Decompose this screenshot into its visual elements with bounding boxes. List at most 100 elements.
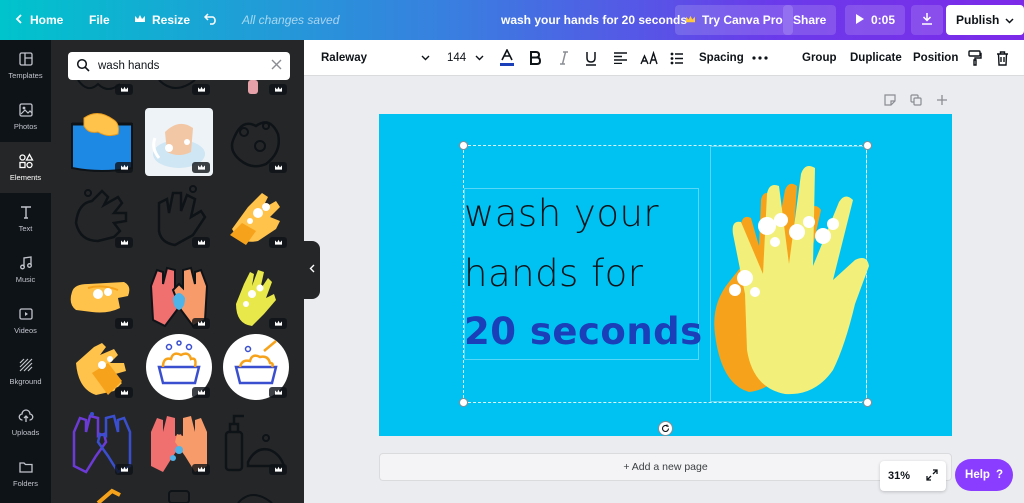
rail-label: Photos bbox=[13, 122, 38, 131]
element-thumbnail[interactable] bbox=[68, 108, 136, 176]
page-actions bbox=[884, 94, 948, 109]
element-thumbnail[interactable] bbox=[145, 264, 213, 332]
add-page-button[interactable]: + Add a new page bbox=[379, 453, 952, 481]
home-button[interactable]: Home bbox=[14, 0, 63, 40]
bold-button[interactable] bbox=[529, 40, 541, 76]
headline-line-2[interactable]: hands for bbox=[464, 252, 643, 295]
notes-icon[interactable] bbox=[884, 94, 896, 109]
duplicate-page-icon[interactable] bbox=[910, 94, 922, 109]
group-button[interactable]: Group bbox=[802, 40, 837, 76]
washing-hands-illustration[interactable] bbox=[705, 154, 875, 399]
zoom-control[interactable]: 31% bbox=[880, 461, 946, 491]
element-thumbnail[interactable] bbox=[222, 333, 290, 401]
file-label: File bbox=[89, 13, 110, 27]
spacing-button[interactable]: Spacing bbox=[699, 40, 744, 76]
resize-handle[interactable] bbox=[863, 398, 872, 407]
resize-handle[interactable] bbox=[863, 141, 872, 150]
rotate-handle[interactable] bbox=[658, 421, 673, 436]
more-options-button[interactable] bbox=[752, 40, 768, 76]
text-color-button[interactable] bbox=[499, 40, 515, 76]
chevron-down-icon bbox=[475, 52, 484, 64]
resize-label: Resize bbox=[152, 13, 191, 27]
element-thumbnail[interactable] bbox=[222, 487, 290, 503]
rail-item-text[interactable]: Text bbox=[0, 193, 51, 244]
expand-icon[interactable] bbox=[926, 468, 938, 484]
chevron-left-icon bbox=[14, 13, 24, 27]
resize-handle[interactable] bbox=[459, 398, 468, 407]
play-duration: 0:05 bbox=[871, 13, 896, 27]
delete-button[interactable] bbox=[996, 40, 1009, 76]
rail-item-folders[interactable]: Folders bbox=[0, 448, 51, 499]
chevron-left-icon bbox=[309, 264, 315, 276]
element-thumbnail[interactable] bbox=[68, 410, 136, 478]
element-thumbnail[interactable] bbox=[145, 183, 213, 251]
rail-item-elements[interactable]: Elements bbox=[0, 142, 51, 193]
design-page[interactable]: wash your hands for 20 seconds bbox=[379, 114, 952, 436]
element-thumbnail[interactable] bbox=[68, 487, 136, 503]
font-size-dropdown[interactable]: 144 bbox=[447, 40, 484, 76]
resize-handle[interactable] bbox=[459, 141, 468, 150]
premium-crown-icon bbox=[269, 237, 287, 248]
home-label: Home bbox=[30, 13, 64, 27]
help-button[interactable]: Help ? bbox=[955, 459, 1013, 491]
premium-crown-icon bbox=[115, 162, 133, 173]
undo-button[interactable] bbox=[203, 0, 218, 40]
text-case-button[interactable] bbox=[640, 40, 658, 76]
element-thumbnail[interactable] bbox=[68, 333, 136, 401]
list-button[interactable] bbox=[670, 40, 684, 76]
crown-icon bbox=[134, 13, 146, 27]
file-menu[interactable]: File bbox=[89, 0, 110, 40]
collapse-panel-button[interactable] bbox=[304, 241, 320, 299]
clear-search-icon[interactable] bbox=[271, 59, 282, 73]
position-button[interactable]: Position bbox=[913, 40, 958, 76]
element-thumbnail[interactable] bbox=[68, 183, 136, 251]
element-thumbnail[interactable] bbox=[222, 410, 290, 478]
element-thumbnail[interactable] bbox=[145, 487, 213, 503]
play-button[interactable]: 0:05 bbox=[845, 5, 906, 35]
element-thumbnail[interactable] bbox=[222, 183, 290, 251]
publish-label: Publish bbox=[956, 13, 1000, 27]
bullet-list-icon bbox=[670, 52, 683, 64]
rail-item-videos[interactable]: Videos bbox=[0, 295, 51, 346]
font-family-dropdown[interactable]: Raleway bbox=[321, 40, 430, 76]
search-box[interactable] bbox=[68, 52, 290, 80]
underline-button[interactable] bbox=[585, 40, 597, 76]
element-thumbnail[interactable] bbox=[68, 79, 136, 98]
add-page-icon[interactable] bbox=[936, 94, 948, 109]
zoom-level: 31% bbox=[887, 470, 911, 482]
document-title[interactable]: wash your hands for 20 seconds bbox=[501, 0, 687, 40]
letter-case-icon bbox=[640, 51, 658, 65]
headline-line-3[interactable]: 20 seconds bbox=[464, 310, 703, 353]
italic-button[interactable] bbox=[559, 40, 569, 76]
search-input[interactable] bbox=[98, 60, 258, 72]
headline-line-1[interactable]: wash your bbox=[464, 192, 659, 235]
element-thumbnail[interactable] bbox=[145, 333, 213, 401]
rail-label: Bkground bbox=[9, 377, 42, 386]
copy-style-button[interactable] bbox=[968, 40, 982, 76]
resize-button[interactable]: Resize bbox=[134, 0, 190, 40]
rail-item-photos[interactable]: Photos bbox=[0, 91, 51, 142]
element-thumbnail[interactable] bbox=[145, 79, 213, 98]
element-thumbnail[interactable] bbox=[145, 108, 213, 176]
element-thumbnail[interactable] bbox=[222, 108, 290, 176]
download-button[interactable] bbox=[911, 5, 943, 35]
premium-crown-icon bbox=[192, 84, 210, 95]
element-thumbnail[interactable] bbox=[145, 410, 213, 478]
font-family-value: Raleway bbox=[321, 52, 368, 64]
search-icon bbox=[76, 58, 90, 75]
try-pro-label: Try Canva Pro bbox=[702, 13, 783, 27]
duplicate-button[interactable]: Duplicate bbox=[850, 40, 902, 76]
share-button[interactable]: Share bbox=[783, 5, 837, 35]
premium-crown-icon bbox=[115, 464, 133, 475]
rail-item-music[interactable]: Music bbox=[0, 244, 51, 295]
rail-item-uploads[interactable]: Uploads bbox=[0, 397, 51, 448]
element-thumbnail[interactable] bbox=[222, 264, 290, 332]
element-thumbnail[interactable] bbox=[222, 80, 290, 98]
element-thumbnail[interactable] bbox=[68, 264, 136, 332]
publish-button[interactable]: Publish bbox=[946, 5, 1024, 35]
photos-icon bbox=[18, 103, 33, 117]
align-button[interactable] bbox=[613, 40, 628, 76]
rail-item-templates[interactable]: Templates bbox=[0, 40, 51, 91]
rail-item-background[interactable]: Bkground bbox=[0, 346, 51, 397]
try-canva-pro-button[interactable]: Try Canva Pro bbox=[675, 5, 793, 35]
